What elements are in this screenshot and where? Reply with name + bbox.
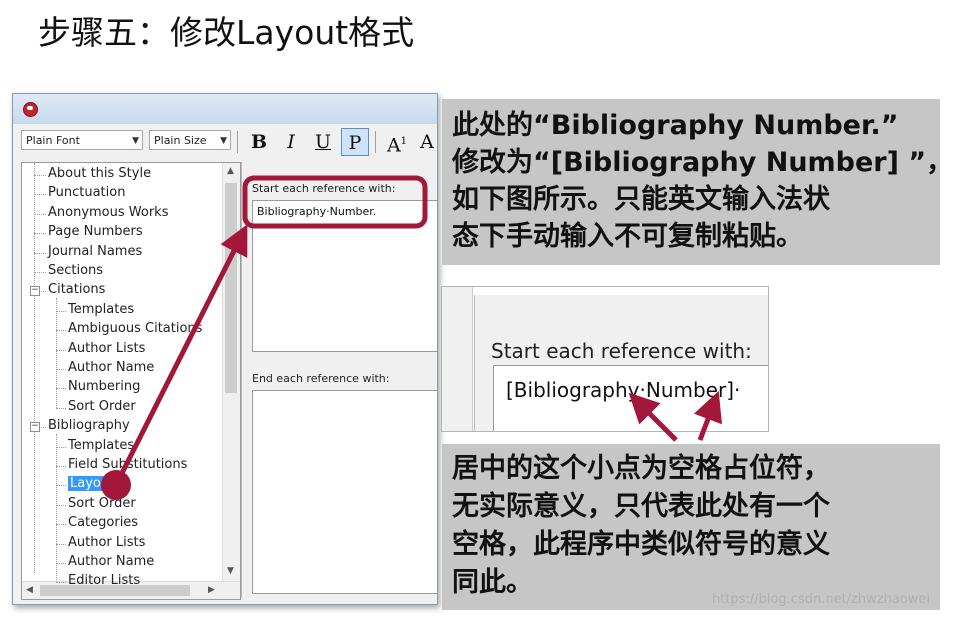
tree-item[interactable]: Bibliography <box>48 418 130 433</box>
watermark: https://blog.csdn.net/zhwzhaowei <box>712 592 930 607</box>
end-reference-label: End each reference with: <box>252 372 390 385</box>
tree-item[interactable]: Author Lists <box>68 341 145 356</box>
zoom-tree-edge <box>442 287 473 431</box>
tree-item[interactable]: Layout <box>68 476 117 492</box>
size-select[interactable]: Plain Size ▼ <box>149 130 231 150</box>
callout-line: 居中的这个小点为空格占位符， <box>452 453 830 484</box>
start-reference-value: Bibliography·Number. <box>257 205 377 218</box>
tree-connector <box>56 582 66 584</box>
tree-connector <box>56 434 57 583</box>
tree-connector <box>56 330 66 332</box>
tree-item[interactable]: Page Numbers <box>48 224 143 239</box>
tree-item[interactable]: Categories <box>68 515 138 530</box>
callout-line: 态下手动输入不可复制粘贴。 <box>452 221 803 252</box>
window-titlebar <box>13 94 437 124</box>
tree-item[interactable]: Author Name <box>68 360 154 375</box>
scrollbar-thumb[interactable] <box>225 183 237 393</box>
tree-connector <box>56 504 66 506</box>
tree-item[interactable]: Ambiguous Citations <box>68 321 202 336</box>
callout-line: 此处的“Bibliography Number.” <box>452 110 899 141</box>
callout-line: 修改为“[Bibliography Number] ”， <box>452 147 954 178</box>
underline-button[interactable]: U <box>309 128 337 156</box>
size-select-value: Plain Size <box>154 134 207 147</box>
style-section-tree[interactable]: ▲ ▼ ◀ ▶ About this Style Punctuation Anony… <box>21 162 241 600</box>
subscript-button[interactable]: A <box>413 128 437 156</box>
superscript-label: A <box>386 134 401 157</box>
superscript-button[interactable]: A1 <box>383 128 411 156</box>
tree-connector <box>56 543 66 545</box>
tree-connector <box>56 310 66 312</box>
tree-connector <box>56 407 66 409</box>
tree-connector <box>34 213 46 215</box>
tree-connector <box>34 163 35 574</box>
zoom-start-editor[interactable]: [Bibliography·Number]· <box>493 365 768 431</box>
toolbar-divider <box>375 131 376 153</box>
tree-vertical-scrollbar[interactable]: ▲ ▼ <box>222 163 240 582</box>
scroll-down-icon[interactable]: ▼ <box>227 566 234 576</box>
collapse-icon[interactable]: − <box>30 286 40 297</box>
slide-title: 步骤五：修改Layout格式 <box>38 13 415 52</box>
tree-connector <box>56 388 66 390</box>
tree-item[interactable]: Punctuation <box>48 185 125 200</box>
start-reference-label: Start each reference with: <box>252 182 396 195</box>
tree-item[interactable]: Sort Order <box>68 496 136 511</box>
app-icon <box>23 102 38 117</box>
tree-item[interactable]: Sections <box>48 263 103 278</box>
tree-connector <box>56 369 66 370</box>
tree-item[interactable]: About this Style <box>48 166 151 181</box>
scroll-up-icon[interactable]: ▲ <box>227 166 234 176</box>
tree-connector <box>34 194 46 196</box>
tree-connector <box>56 349 66 351</box>
font-select-value: Plain Font <box>26 134 80 147</box>
zoomed-detail-inset: Start each reference with: [Bibliography… <box>441 286 769 432</box>
end-reference-editor[interactable] <box>252 390 437 594</box>
tree-item[interactable]: Templates <box>68 438 134 453</box>
tree-connector <box>56 466 66 467</box>
tree-item[interactable]: Editor Lists <box>68 573 140 588</box>
zoom-editor-panel: Start each reference with: [Bibliography… <box>474 295 768 431</box>
tree-item[interactable]: Field Substitutions <box>68 457 187 472</box>
toolbar-divider <box>237 131 238 153</box>
tree-item[interactable]: Numbering <box>68 379 140 394</box>
start-reference-editor[interactable]: Bibliography·Number. <box>252 200 437 352</box>
plain-button[interactable]: P <box>341 128 369 156</box>
tree-item[interactable]: Citations <box>48 282 105 297</box>
tree-connector <box>34 233 46 235</box>
scroll-left-icon[interactable]: ◀ <box>26 585 33 595</box>
tree-connector <box>34 175 46 176</box>
tree-item[interactable]: Journal Names <box>48 244 142 259</box>
tree-connector <box>56 446 66 448</box>
callout-space-placeholder: 居中的这个小点为空格占位符， 无实际意义，只代表此处有一个 空格，此程序中类似符… <box>442 444 940 610</box>
tree-item[interactable]: Author Lists <box>68 535 145 550</box>
tree-item[interactable]: Templates <box>68 302 134 317</box>
tree-item[interactable]: Sort Order <box>68 399 136 414</box>
endnote-style-window: Plain Font ▼ Plain Size ▼ B I U P A1 A ▲… <box>12 93 438 605</box>
callout-edit-instruction: 此处的“Bibliography Number.” 修改为“[Bibliogra… <box>442 99 954 265</box>
zoom-start-label: Start each reference with: <box>491 339 752 363</box>
callout-line: 无实际意义，只代表此处有一个 <box>452 491 830 522</box>
font-select[interactable]: Plain Font ▼ <box>21 130 143 150</box>
callout-line: 如下图所示。只能英文输入法状 <box>452 184 830 215</box>
format-toolbar: Plain Font ▼ Plain Size ▼ B I U P A1 A <box>13 128 437 156</box>
tree-connector <box>56 485 66 487</box>
superscript-mark: 1 <box>400 136 408 147</box>
tree-connector <box>56 524 66 526</box>
chevron-down-icon: ▼ <box>132 136 139 146</box>
tree-connector <box>56 563 66 564</box>
scroll-right-icon[interactable]: ▶ <box>208 585 215 595</box>
bold-button[interactable]: B <box>245 128 273 156</box>
layout-editor-panel: Start each reference with: Bibliography·… <box>241 162 437 598</box>
zoom-start-value: [Bibliography·Number]· <box>506 378 741 402</box>
tree-connector <box>34 272 46 273</box>
tree-connector <box>56 298 57 408</box>
italic-button[interactable]: I <box>277 128 305 156</box>
chevron-down-icon: ▼ <box>220 136 227 146</box>
tree-item[interactable]: Anonymous Works <box>48 205 168 220</box>
callout-line: 空格，此程序中类似符号的意义 <box>452 529 830 560</box>
tree-connector <box>34 252 46 254</box>
collapse-icon[interactable]: − <box>30 422 40 433</box>
tree-item[interactable]: Author Name <box>68 554 154 569</box>
